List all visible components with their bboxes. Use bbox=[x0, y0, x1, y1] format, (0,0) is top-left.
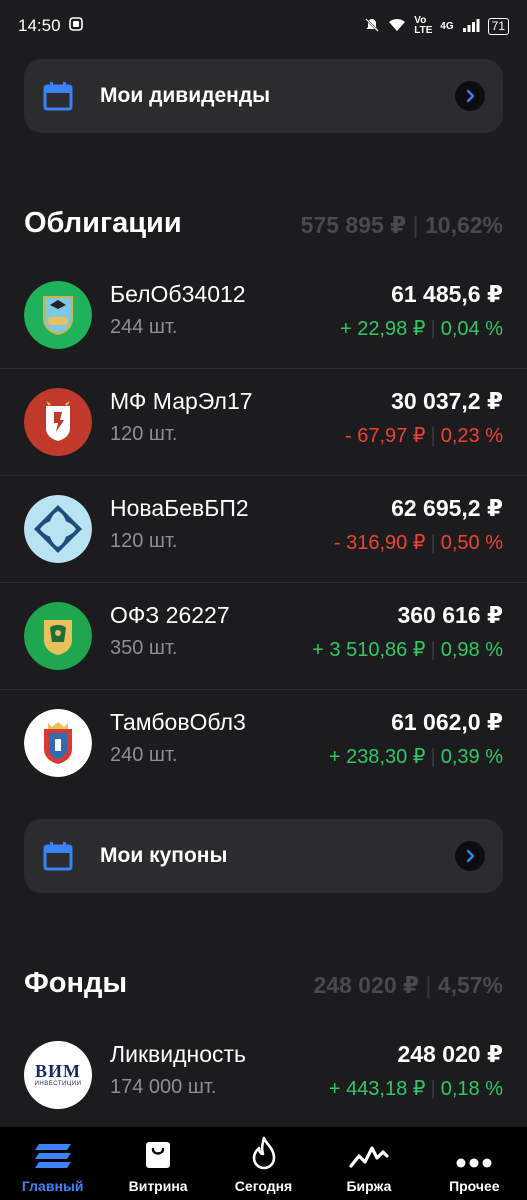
bond-quantity: 244 шт. bbox=[110, 316, 178, 338]
bond-price: 62 695,2 ₽ bbox=[391, 495, 503, 521]
nav-label: Сегодня bbox=[234, 1178, 293, 1194]
tambov-emblem-logo bbox=[24, 709, 92, 777]
flame-icon bbox=[252, 1136, 275, 1170]
more-dots-icon bbox=[456, 1158, 492, 1168]
funds-section-title: Фонды bbox=[24, 967, 128, 999]
bond-price: 360 616 ₽ bbox=[397, 602, 503, 628]
bond-row-ofz[interactable]: ОФЗ 26227 350 шт. 360 616 ₽ + 3 510,86 ₽… bbox=[0, 583, 527, 690]
bond-quantity: 350 шт. bbox=[110, 637, 178, 659]
vim-investments-logo: ВИМ ИНВЕСТИЦИИ bbox=[24, 1041, 92, 1109]
mari-el-emblem-logo bbox=[24, 388, 92, 456]
bond-change-value: - 316,90 ₽ bbox=[333, 532, 426, 554]
bond-change: + 22,98 ₽ | 0,04 % bbox=[339, 318, 503, 340]
bonds-section-total: 575 895 ₽ | 10,62% bbox=[300, 212, 503, 238]
battery-indicator: 71 bbox=[487, 17, 509, 35]
bonds-section-title: Облигации bbox=[24, 207, 182, 239]
nav-tab-exchange[interactable]: Биржа bbox=[316, 1127, 421, 1200]
status-time: 14:50 bbox=[18, 16, 61, 35]
bond-price: 61 062,0 ₽ bbox=[391, 709, 503, 735]
bond-name: ОФЗ 26227 bbox=[110, 602, 230, 628]
bond-change-percent: 0,98 % bbox=[440, 639, 503, 661]
nav-tab-more[interactable]: Прочее bbox=[422, 1127, 527, 1200]
bond-name: МФ МарЭл17 bbox=[110, 388, 253, 414]
nav-tab-showcase[interactable]: Витрина bbox=[105, 1127, 210, 1200]
pulse-icon bbox=[349, 1146, 389, 1168]
bond-change: + 238,30 ₽ | 0,39 % bbox=[328, 746, 503, 768]
bond-name: ТамбовОбл3 bbox=[110, 709, 246, 735]
shopping-bag-icon bbox=[146, 1142, 171, 1168]
chevron-right-icon bbox=[455, 841, 485, 871]
bond-row-novabev[interactable]: НоваБевБП2 120 шт. 62 695,2 ₽ - 316,90 ₽… bbox=[0, 476, 527, 583]
bond-row-marel[interactable]: МФ МарЭл17 120 шт. 30 037,2 ₽ - 67,97 ₽ |… bbox=[0, 369, 527, 476]
fund-price: 248 020 ₽ bbox=[397, 1041, 503, 1067]
fund-quantity: 174 000 шт. bbox=[110, 1076, 217, 1098]
bond-quantity: 120 шт. bbox=[110, 423, 178, 445]
bond-name: БелОб34012 bbox=[110, 281, 246, 307]
novabev-logo bbox=[24, 495, 92, 563]
bond-price: 61 485,6 ₽ bbox=[391, 281, 503, 307]
bond-quantity: 120 шт. bbox=[110, 530, 178, 552]
bond-change-percent: 0,04 % bbox=[440, 318, 503, 340]
bond-price: 30 037,2 ₽ bbox=[391, 388, 503, 414]
bond-quantity: 240 шт. bbox=[110, 744, 178, 766]
bond-change: - 67,97 ₽ | 0,23 % bbox=[344, 425, 503, 447]
nav-tab-today[interactable]: Сегодня bbox=[211, 1127, 316, 1200]
bond-change-percent: 0,23 % bbox=[440, 425, 503, 447]
notification-app-icon bbox=[68, 16, 83, 36]
bottom-navigation: Главный Витрина Сегодня Биржа Прочее bbox=[0, 1127, 527, 1200]
nav-tab-main[interactable]: Главный bbox=[0, 1127, 105, 1200]
calendar-icon bbox=[42, 840, 74, 872]
fund-change-percent: 0,18 % bbox=[440, 1078, 503, 1100]
wifi-icon bbox=[388, 18, 406, 35]
belgorod-emblem-logo bbox=[24, 281, 92, 349]
fund-row-liquidity[interactable]: ВИМ ИНВЕСТИЦИИ Ликвидность 174 000 шт. 2… bbox=[0, 1022, 527, 1129]
bond-change-value: - 67,97 ₽ bbox=[344, 425, 426, 447]
volte-indicator: Vo LTE bbox=[414, 15, 433, 36]
bond-change: + 3 510,86 ₽ | 0,98 % bbox=[312, 639, 503, 661]
bond-change-value: + 238,30 ₽ bbox=[328, 746, 426, 768]
fund-logo-text: ВИМ bbox=[35, 1061, 81, 1081]
chevron-right-icon bbox=[455, 81, 485, 111]
funds-section-total: 248 020 ₽ | 4,57% bbox=[313, 972, 503, 998]
funds-total-share: 4,57% bbox=[437, 972, 503, 998]
bonds-total-share: 10,62% bbox=[424, 212, 503, 238]
bond-row-belob[interactable]: БелОб34012 244 шт. 61 485,6 ₽ + 22,98 ₽ |… bbox=[0, 262, 527, 369]
my-coupons-label: Мои купоны bbox=[100, 844, 228, 867]
nav-label: Прочее bbox=[449, 1178, 500, 1194]
home-stack-icon bbox=[34, 1144, 71, 1168]
nav-label: Биржа bbox=[346, 1178, 392, 1194]
funds-total-value: 248 020 ₽ bbox=[313, 972, 420, 998]
bond-change-percent: 0,50 % bbox=[440, 532, 503, 554]
bond-change: - 316,90 ₽ | 0,50 % bbox=[333, 532, 503, 554]
mute-bell-icon bbox=[364, 17, 380, 36]
fund-logo-subtext: ИНВЕСТИЦИИ bbox=[34, 1081, 82, 1087]
fund-change-value: + 443,18 ₽ bbox=[328, 1078, 426, 1100]
calendar-icon bbox=[42, 80, 74, 112]
fund-name: Ликвидность bbox=[110, 1041, 247, 1067]
bond-name: НоваБевБП2 bbox=[110, 495, 249, 521]
status-bar: 14:50 Vo LTE 4G 71 bbox=[0, 0, 527, 52]
bond-change-value: + 22,98 ₽ bbox=[339, 318, 426, 340]
bond-change-value: + 3 510,86 ₽ bbox=[312, 639, 426, 661]
network-type: 4G bbox=[440, 20, 454, 32]
signal-icon bbox=[462, 18, 480, 35]
nav-label: Главный bbox=[21, 1178, 84, 1194]
bonds-total-value: 575 895 ₽ bbox=[300, 212, 407, 238]
minfin-emblem-logo bbox=[24, 602, 92, 670]
nav-label: Витрина bbox=[128, 1178, 188, 1194]
bond-change-percent: 0,39 % bbox=[440, 746, 503, 768]
fund-change: + 443,18 ₽ | 0,18 % bbox=[328, 1078, 503, 1100]
my-dividends-label: Мои дивиденды bbox=[100, 84, 271, 107]
bond-row-tambov[interactable]: ТамбовОбл3 240 шт. 61 062,0 ₽ + 238,30 ₽… bbox=[0, 690, 527, 797]
my-coupons-button[interactable]: Мои купоны bbox=[24, 819, 503, 893]
my-dividends-button[interactable]: Мои дивиденды bbox=[24, 59, 503, 133]
